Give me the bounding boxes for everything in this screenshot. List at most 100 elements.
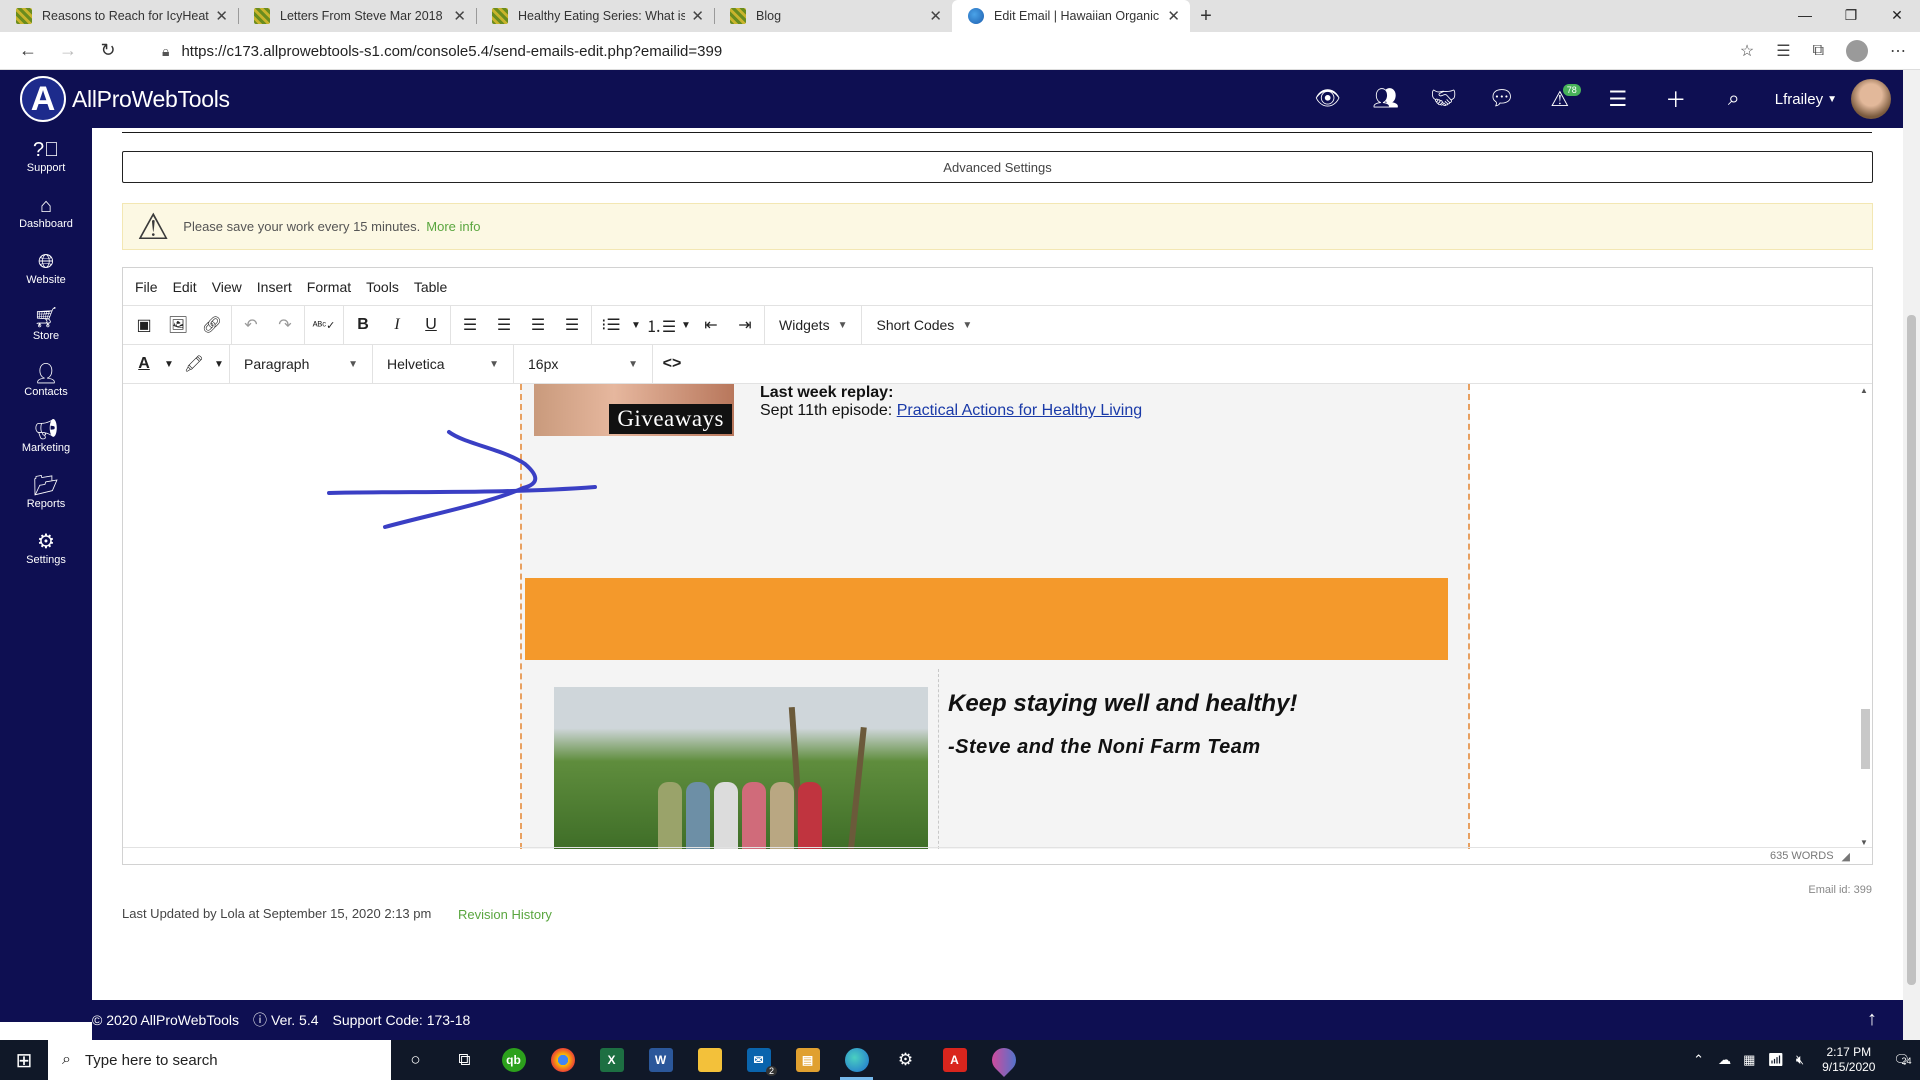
settings-gear-icon[interactable]: ⚙	[881, 1040, 930, 1080]
browser-tab[interactable]: Letters From Steve Mar 2018 ✕	[238, 0, 476, 32]
indent-icon[interactable]: ⇥	[728, 306, 762, 345]
close-tab-icon[interactable]: ✕	[215, 7, 228, 25]
sidebar-item-marketing[interactable]: 📢︎ Marketing	[0, 408, 92, 464]
refresh-icon[interactable]: ↻	[88, 32, 128, 70]
underline-icon[interactable]: U	[414, 306, 448, 345]
numbered-list-icon[interactable]: ⒈☰	[644, 306, 678, 345]
italic-icon[interactable]: I	[380, 306, 414, 345]
revision-history-link[interactable]: Revision History	[458, 907, 552, 922]
collections-icon[interactable]: ⧉	[1813, 42, 1824, 60]
color-drop-icon[interactable]	[979, 1040, 1028, 1080]
taskbar-search-input[interactable]: ⌕ Type here to search	[48, 1040, 391, 1080]
close-tab-icon[interactable]: ✕	[691, 7, 704, 25]
block-format-select[interactable]: Paragraph ▼	[232, 345, 370, 384]
favorites-list-icon[interactable]: ☰	[1776, 41, 1790, 61]
sidebar-item-reports[interactable]: 📂︎ Reports	[0, 464, 92, 520]
forward-arrow-icon[interactable]: →	[48, 32, 88, 70]
chat-icon[interactable]: 💬︎	[1473, 70, 1531, 128]
editor-scrollbar[interactable]: ▲ ▼	[1858, 384, 1872, 849]
browser-tab[interactable]: Healthy Eating Series: What is a ✕	[476, 0, 714, 32]
sidebar-item-store[interactable]: 🛒︎ Store	[0, 296, 92, 352]
browser-tab-active[interactable]: Edit Email | Hawaiian Organic No ✕	[952, 0, 1190, 32]
menu-tools[interactable]: Tools	[366, 279, 399, 295]
page-scrollbar[interactable]	[1903, 70, 1920, 1040]
excel-icon[interactable]: X	[587, 1040, 636, 1080]
menu-format[interactable]: Format	[307, 279, 351, 295]
short-codes-dropdown[interactable]: Short Codes ▼	[864, 306, 984, 345]
highlight-color-dropdown-icon[interactable]: ▼	[211, 345, 227, 384]
alert-icon[interactable]: ⚠ 78	[1531, 70, 1589, 128]
sidebar-item-contacts[interactable]: 👤︎ Contacts	[0, 352, 92, 408]
numbered-list-dropdown-icon[interactable]: ▼	[678, 306, 694, 345]
mail-icon[interactable]: ✉ 2	[734, 1040, 783, 1080]
action-center-icon[interactable]: 🗨︎ 24	[1893, 1052, 1911, 1068]
browser-tab[interactable]: Blog ✕	[714, 0, 952, 32]
back-arrow-icon[interactable]: ←	[8, 32, 48, 70]
app-logo[interactable]: A AllProWebTools	[20, 76, 230, 122]
bullet-list-dropdown-icon[interactable]: ▼	[628, 306, 644, 345]
search-icon[interactable]: ⌕	[1705, 70, 1763, 128]
scroll-up-icon[interactable]: ▲	[1860, 386, 1868, 395]
edge-icon[interactable]	[832, 1040, 881, 1080]
text-color-icon[interactable]: A	[127, 345, 161, 384]
align-left-icon[interactable]: ☰	[453, 306, 487, 345]
menu-table[interactable]: Table	[414, 279, 447, 295]
widgets-dropdown[interactable]: Widgets ▼	[767, 306, 859, 345]
font-family-select[interactable]: Helvetica ▼	[375, 345, 511, 384]
quickbooks-icon[interactable]: qb	[489, 1040, 538, 1080]
browser-tab[interactable]: Reasons to Reach for IcyHeat No✕	[0, 0, 238, 32]
file-explorer-icon[interactable]	[685, 1040, 734, 1080]
onedrive-icon[interactable]: ☁	[1718, 1052, 1731, 1068]
outdent-icon[interactable]: ⇤	[694, 306, 728, 345]
menu-file[interactable]: File	[135, 279, 158, 295]
insert-link-icon[interactable]: 🔗︎	[195, 306, 229, 345]
task-view-icon[interactable]: ⧉	[440, 1040, 489, 1080]
page-scroll-thumb[interactable]	[1907, 315, 1916, 985]
handshake-icon[interactable]: 🤝︎	[1415, 70, 1473, 128]
resize-handle-icon[interactable]: ◢	[1842, 850, 1850, 863]
new-tab-button[interactable]: +	[1190, 0, 1222, 32]
spellcheck-icon[interactable]: ᴬᴮᶜ✓	[307, 306, 341, 345]
bold-icon[interactable]: B	[346, 306, 380, 345]
editor-content-area[interactable]: Giveaways Last week replay: Sept 11th ep…	[123, 384, 1872, 849]
cortana-icon[interactable]: ○	[391, 1040, 440, 1080]
wifi-icon[interactable]: 📶︎	[1767, 1052, 1784, 1068]
align-right-icon[interactable]: ☰	[521, 306, 555, 345]
source-code-icon[interactable]: <>	[655, 345, 689, 384]
text-color-dropdown-icon[interactable]: ▼	[161, 345, 177, 384]
align-center-icon[interactable]: ☰	[487, 306, 521, 345]
menu-view[interactable]: View	[212, 279, 242, 295]
advanced-settings-button[interactable]: Advanced Settings	[122, 151, 1873, 183]
bullet-list-icon[interactable]: ⁝☰	[594, 306, 628, 345]
package-icon[interactable]: ▤	[783, 1040, 832, 1080]
undo-icon[interactable]: ↶	[234, 306, 268, 345]
scroll-down-icon[interactable]: ▼	[1860, 838, 1868, 847]
tray-chevron-icon[interactable]: ⌃	[1693, 1052, 1704, 1068]
volume-muted-icon[interactable]: 🔇︎	[1796, 1052, 1804, 1068]
replay-link[interactable]: Practical Actions for Healthy Living	[897, 402, 1142, 419]
close-tab-icon[interactable]: ✕	[1167, 7, 1180, 25]
user-menu[interactable]: Lfrailey ▼	[1775, 79, 1891, 119]
close-tab-icon[interactable]: ✕	[453, 7, 466, 25]
insert-template-icon[interactable]: ▣	[127, 306, 161, 345]
close-window-icon[interactable]: ✕	[1874, 0, 1920, 30]
users-icon[interactable]: 👥︎	[1357, 70, 1415, 128]
acrobat-icon[interactable]: A	[930, 1040, 979, 1080]
highlight-color-icon[interactable]: 🖍︎	[177, 345, 211, 384]
tray-app-icon[interactable]: ▦	[1743, 1052, 1755, 1068]
menu-insert[interactable]: Insert	[257, 279, 292, 295]
more-menu-icon[interactable]: ⋯	[1890, 41, 1906, 61]
add-icon[interactable]: ＋	[1647, 70, 1705, 128]
redo-icon[interactable]: ↷	[268, 306, 302, 345]
more-info-link[interactable]: More info	[426, 219, 480, 234]
tasks-list-icon[interactable]: ☰	[1589, 70, 1647, 128]
favorite-star-icon[interactable]: ☆	[1740, 41, 1754, 61]
align-justify-icon[interactable]: ☰	[555, 306, 589, 345]
word-icon[interactable]: W	[636, 1040, 685, 1080]
minimize-icon[interactable]: —	[1782, 0, 1828, 30]
editor-scroll-thumb[interactable]	[1861, 709, 1870, 769]
restore-icon[interactable]: ❐	[1828, 0, 1874, 30]
insert-image-icon[interactable]: 🖼︎	[161, 306, 195, 345]
sidebar-item-settings[interactable]: ⚙ Settings	[0, 520, 92, 576]
chrome-icon[interactable]	[538, 1040, 587, 1080]
